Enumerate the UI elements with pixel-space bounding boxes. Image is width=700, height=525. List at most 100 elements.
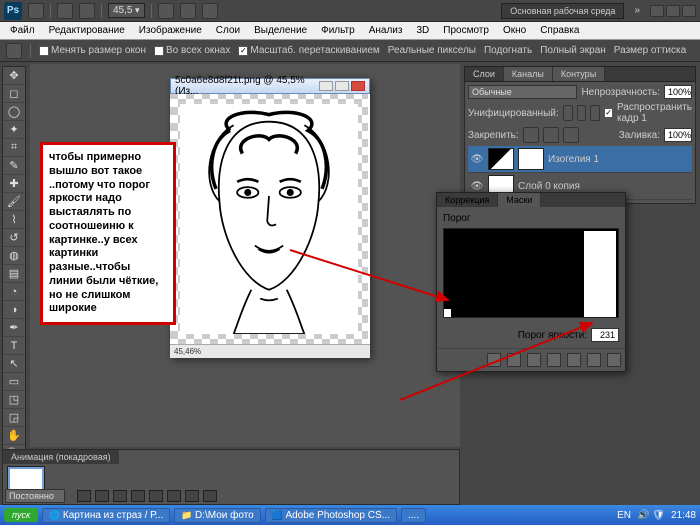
loop-mode-select[interactable]: Постоянно xyxy=(5,489,65,503)
delete-frame-icon[interactable] xyxy=(203,490,217,502)
doc-close-icon[interactable] xyxy=(351,81,365,91)
last-frame-icon[interactable] xyxy=(149,490,163,502)
screen-mode-icon[interactable] xyxy=(202,3,218,19)
layer-name[interactable]: Изогелия 1 xyxy=(548,154,599,165)
bridge-icon[interactable] xyxy=(28,3,44,19)
prev-frame-icon[interactable] xyxy=(95,490,109,502)
option-all-windows[interactable]: Во всех окнах xyxy=(154,45,230,56)
visibility-icon[interactable]: 👁 xyxy=(470,152,484,166)
tab-masks[interactable]: Маски xyxy=(498,193,541,207)
tab-channels[interactable]: Каналы xyxy=(504,67,553,81)
option-resize-windows[interactable]: Менять размер окон xyxy=(39,45,146,56)
arrange-docs-icon[interactable] xyxy=(180,3,196,19)
doc-min-icon[interactable] xyxy=(319,81,333,91)
start-button[interactable]: пуск xyxy=(4,508,38,522)
heal-tool[interactable]: ✚ xyxy=(3,175,25,193)
document-title-bar[interactable]: 5c0a6e8d8f21t.png @ 45,5% (Из... xyxy=(170,78,370,94)
tray-lang[interactable]: EN xyxy=(617,510,631,521)
shape-tool[interactable]: ▭ xyxy=(3,373,25,391)
tray-clock[interactable]: 21:48 xyxy=(671,510,696,521)
tab-adjustment[interactable]: Коррекция xyxy=(437,193,498,207)
menu-help[interactable]: Справка xyxy=(534,24,585,37)
tab-layers[interactable]: Слои xyxy=(465,67,504,81)
blur-tool[interactable]: ◔ xyxy=(3,283,25,301)
menu-view[interactable]: Просмотр xyxy=(437,24,495,37)
layer-mask-thumb[interactable] xyxy=(518,148,544,170)
brush-tool[interactable]: 🖌 xyxy=(3,193,25,211)
play-icon[interactable] xyxy=(113,490,127,502)
expanded-view-icon[interactable] xyxy=(507,353,521,367)
lock-position-icon[interactable] xyxy=(543,127,559,143)
menu-3d[interactable]: 3D xyxy=(410,24,435,37)
eyedropper-tool[interactable]: ✎ xyxy=(3,157,25,175)
menu-window[interactable]: Окно xyxy=(497,24,532,37)
view-extras-icon[interactable] xyxy=(158,3,174,19)
stamp-tool[interactable]: ⌇ xyxy=(3,211,25,229)
option-fit[interactable]: Подогнать xyxy=(484,45,532,56)
taskbar-item[interactable]: .... xyxy=(401,508,426,523)
tween-icon[interactable] xyxy=(167,490,181,502)
gradient-tool[interactable]: ▤ xyxy=(3,265,25,283)
menu-select[interactable]: Выделение xyxy=(248,24,313,37)
taskbar-item[interactable]: 🟦 Adobe Photoshop CS... xyxy=(265,508,397,523)
delete-adjustment-icon[interactable] xyxy=(607,353,621,367)
menu-edit[interactable]: Редактирование xyxy=(43,24,131,37)
option-real-pixels[interactable]: Реальные пикселы xyxy=(388,45,476,56)
menu-image[interactable]: Изображение xyxy=(133,24,208,37)
workspace-switcher[interactable]: Основная рабочая среда xyxy=(501,3,624,19)
threshold-value-input[interactable]: 231 xyxy=(591,328,619,342)
type-tool[interactable]: T xyxy=(3,337,25,355)
history-brush-tool[interactable]: ↺ xyxy=(3,229,25,247)
tool-preset-icon[interactable] xyxy=(6,43,22,59)
document-canvas[interactable] xyxy=(170,94,368,344)
taskbar-item[interactable]: 🌐 Картина из страз / Р... xyxy=(42,508,170,523)
option-scrub-zoom[interactable]: ✓Масштаб. перетаскиванием xyxy=(238,45,379,56)
eraser-tool[interactable]: ◍ xyxy=(3,247,25,265)
3d-tool[interactable]: ◳ xyxy=(3,391,25,409)
menu-analysis[interactable]: Анализ xyxy=(363,24,409,37)
new-frame-icon[interactable] xyxy=(185,490,199,502)
opacity-input[interactable]: 100% xyxy=(664,85,692,99)
pen-tool[interactable]: ✒ xyxy=(3,319,25,337)
layer-thumb[interactable] xyxy=(488,148,514,170)
wand-tool[interactable]: ✦ xyxy=(3,121,25,139)
close-icon[interactable] xyxy=(682,5,696,17)
first-frame-icon[interactable] xyxy=(77,490,91,502)
view-previous-icon[interactable] xyxy=(567,353,581,367)
unify-visibility-icon[interactable] xyxy=(577,105,587,121)
threshold-panel[interactable]: Коррекция Маски Порог Порог яркости: 231 xyxy=(436,192,626,372)
zoom-icon[interactable] xyxy=(79,3,95,19)
zoom-level-input[interactable]: 45,5 ▾ xyxy=(108,3,145,18)
lasso-tool[interactable]: ◯ xyxy=(3,103,25,121)
minimize-icon[interactable] xyxy=(650,5,664,17)
visibility-icon[interactable]: 👁 xyxy=(470,179,484,193)
tray-icons[interactable]: 🔊 🛡 xyxy=(637,510,665,521)
reset-icon[interactable] xyxy=(587,353,601,367)
menu-layers[interactable]: Слои xyxy=(210,24,246,37)
menu-filter[interactable]: Фильтр xyxy=(315,24,361,37)
3d-camera-tool[interactable]: ◲ xyxy=(3,409,25,427)
unify-style-icon[interactable] xyxy=(590,105,600,121)
toggle-visibility-icon[interactable] xyxy=(547,353,561,367)
menu-file[interactable]: Файл xyxy=(4,24,41,37)
fill-input[interactable]: 100% xyxy=(664,128,692,142)
threshold-histogram[interactable] xyxy=(443,228,619,318)
layer-name[interactable]: Слой 0 копия xyxy=(518,181,580,192)
crop-tool[interactable]: ⌗ xyxy=(3,139,25,157)
option-full[interactable]: Полный экран xyxy=(540,45,606,56)
tab-paths[interactable]: Контуры xyxy=(553,67,605,81)
unify-position-icon[interactable] xyxy=(563,105,573,121)
lock-pixels-icon[interactable] xyxy=(523,127,539,143)
layer-row[interactable]: 👁 Изогелия 1 xyxy=(468,146,692,173)
return-to-list-icon[interactable] xyxy=(487,353,501,367)
next-frame-icon[interactable] xyxy=(131,490,145,502)
document-window[interactable]: 5c0a6e8d8f21t.png @ 45,5% (Из... 45,46% xyxy=(170,78,370,358)
option-print-size[interactable]: Размер оттиска xyxy=(614,45,686,56)
taskbar-item[interactable]: 📁 D:\Мои фото xyxy=(174,508,260,523)
hand-tool[interactable]: ✋ xyxy=(3,427,25,445)
lock-all-icon[interactable] xyxy=(563,127,579,143)
doc-max-icon[interactable] xyxy=(335,81,349,91)
maximize-icon[interactable] xyxy=(666,5,680,17)
clip-to-layer-icon[interactable] xyxy=(527,353,541,367)
tab-animation[interactable]: Анимация (покадровая) xyxy=(3,450,119,464)
